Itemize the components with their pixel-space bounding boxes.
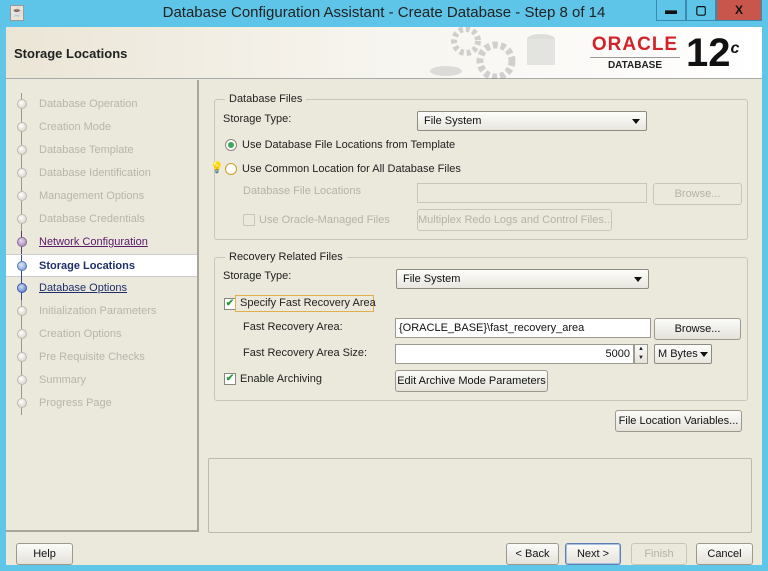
step-indicator-icon — [17, 145, 27, 155]
step-indicator-icon — [17, 398, 27, 408]
step-label: Storage Locations — [39, 260, 135, 272]
step-label: Network Configuration — [39, 236, 148, 248]
step-label: Database Operation — [39, 98, 138, 110]
chevron-down-icon — [632, 119, 640, 124]
database-files-legend: Database Files — [225, 93, 307, 105]
step-indicator-icon — [17, 352, 27, 362]
fra-size-input[interactable]: 5000 — [395, 344, 634, 364]
maximize-icon: ▢ — [695, 3, 707, 17]
step-indicator-icon — [17, 306, 27, 316]
step-indicator-icon — [17, 261, 27, 271]
sidebar-step-creation-mode: Creation Mode — [6, 116, 197, 139]
spin-up-icon[interactable]: ▲ — [635, 345, 647, 354]
edit-archive-mode-button[interactable]: Edit Archive Mode Parameters — [395, 370, 548, 392]
fra-size-spinner[interactable]: ▲ ▼ — [634, 344, 648, 364]
fra-label: Fast Recovery Area: — [243, 321, 343, 333]
sidebar-step-database-credentials: Database Credentials — [6, 208, 197, 231]
step-indicator-icon — [17, 99, 27, 109]
step-indicator-icon — [17, 122, 27, 132]
dialog-window: Storage Locations ORACLE DATABASE 12c Da… — [6, 27, 762, 565]
db-file-locations-input[interactable] — [417, 183, 647, 203]
chevron-down-icon — [700, 352, 708, 357]
window-title: Database Configuration Assistant - Creat… — [162, 4, 606, 21]
hint-lightbulb-icon[interactable]: 💡 — [210, 162, 224, 174]
db-file-locations-label: Database File Locations — [243, 185, 362, 197]
title-bar: ☕ Database Configuration Assistant - Cre… — [0, 0, 768, 27]
sidebar-step-initialization-parameters: Initialization Parameters — [6, 300, 197, 323]
radio-use-template[interactable] — [225, 139, 237, 151]
recovery-storage-type-label: Storage Type: — [223, 270, 292, 282]
step-indicator-icon — [17, 283, 27, 293]
enable-archiving-checkbox[interactable]: ✔ — [224, 373, 236, 385]
oracle-managed-files-checkbox[interactable] — [243, 214, 255, 226]
close-icon: X — [734, 3, 743, 17]
step-indicator-icon — [17, 191, 27, 201]
page-title: Storage Locations — [14, 46, 128, 61]
step-label: Summary — [39, 374, 87, 386]
radio-use-template-label[interactable]: Use Database File Locations from Templat… — [242, 139, 455, 151]
cancel-button[interactable]: Cancel — [696, 543, 753, 565]
spin-down-icon[interactable]: ▼ — [635, 354, 647, 363]
fra-size-label: Fast Recovery Area Size: — [243, 347, 368, 359]
db-browse-button[interactable]: Browse... — [653, 183, 742, 205]
minimize-icon: ▬ — [665, 3, 677, 17]
file-location-variables-button[interactable]: File Location Variables... — [615, 410, 742, 432]
sidebar-step-summary: Summary — [6, 369, 197, 392]
step-label: Database Credentials — [39, 213, 145, 225]
step-indicator-icon — [17, 375, 27, 385]
close-button[interactable]: X — [716, 0, 762, 21]
steps-sidebar: Database Operation Creation Mode Database … — [6, 80, 199, 532]
back-button[interactable]: < Back — [506, 543, 559, 565]
specify-fra-label[interactable]: Specify Fast Recovery Area — [240, 297, 376, 309]
sidebar-step-network-configuration[interactable]: Network Configuration — [6, 231, 197, 254]
recovery-storage-type-select[interactable]: File System — [396, 269, 649, 289]
step-label: Creation Options — [39, 328, 122, 340]
sidebar-step-database-options[interactable]: Database Options — [6, 277, 197, 300]
step-indicator-icon — [17, 237, 27, 247]
storage-type-label: Storage Type: — [223, 113, 292, 125]
sidebar-step-creation-options: Creation Options — [6, 323, 197, 346]
oracle-logo: ORACLE DATABASE — [590, 34, 680, 71]
finish-button[interactable]: Finish — [631, 543, 687, 565]
step-label: Progress Page — [39, 397, 112, 409]
message-area — [208, 458, 752, 533]
sidebar-step-progress-page: Progress Page — [6, 392, 197, 415]
step-label: Database Template — [39, 144, 134, 156]
step-indicator-icon — [17, 214, 27, 224]
fra-size-unit-select[interactable]: M Bytes — [654, 344, 712, 364]
version-label: 12c — [686, 31, 740, 75]
step-label: Pre Requisite Checks — [39, 351, 145, 363]
radio-common-location-label[interactable]: Use Common Location for All Database Fil… — [242, 163, 461, 175]
sidebar-step-database-template: Database Template — [6, 139, 197, 162]
step-label: Initialization Parameters — [39, 305, 157, 317]
recovery-files-legend: Recovery Related Files — [225, 251, 347, 263]
header-banner: Storage Locations ORACLE DATABASE 12c — [6, 27, 762, 79]
sidebar-step-pre-requisite-checks: Pre Requisite Checks — [6, 346, 197, 369]
step-label: Database Options — [39, 282, 128, 294]
enable-archiving-label[interactable]: Enable Archiving — [240, 373, 322, 385]
step-label: Management Options — [39, 190, 145, 202]
db-storage-type-select[interactable]: File System — [417, 111, 647, 131]
fra-path-input[interactable]: {ORACLE_BASE}\fast_recovery_area — [395, 318, 651, 338]
step-indicator-icon — [17, 329, 27, 339]
radio-common-location[interactable] — [225, 163, 237, 175]
step-label: Creation Mode — [39, 121, 112, 133]
sidebar-step-management-options: Management Options — [6, 185, 197, 208]
sidebar-step-database-operation: Database Operation — [6, 93, 197, 116]
gears-graphic-icon — [430, 27, 555, 79]
sidebar-step-database-identification: Database Identification — [6, 162, 197, 185]
maximize-button[interactable]: ▢ — [686, 0, 716, 21]
oracle-managed-files-label: Use Oracle-Managed Files — [259, 214, 390, 226]
multiplex-redo-logs-button[interactable]: Multiplex Redo Logs and Control Files... — [417, 209, 613, 231]
chevron-down-icon — [634, 277, 642, 282]
help-button[interactable]: Help — [16, 543, 73, 565]
next-button[interactable]: Next > — [565, 543, 621, 565]
sidebar-step-storage-locations[interactable]: Storage Locations — [6, 254, 197, 278]
minimize-button[interactable]: ▬ — [656, 0, 686, 21]
step-indicator-icon — [17, 168, 27, 178]
step-label: Database Identification — [39, 167, 151, 179]
fra-browse-button[interactable]: Browse... — [654, 318, 741, 340]
